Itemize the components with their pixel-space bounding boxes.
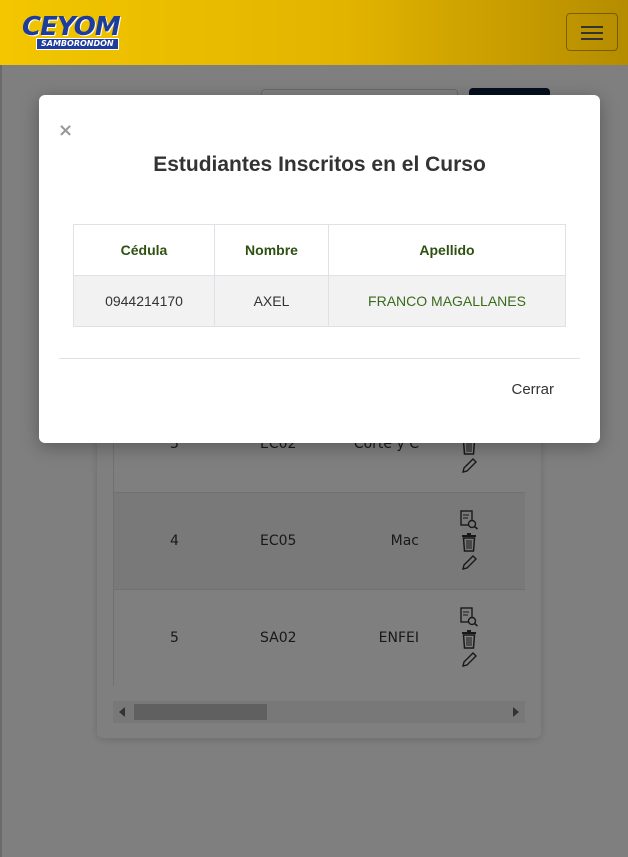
column-header-cedula: Cédula (73, 224, 215, 276)
logo-text: CEYOM (22, 12, 121, 42)
table-row: 0944214170 AXEL FRANCO MAGALLANES (73, 275, 566, 327)
cell-nombre: AXEL (214, 275, 329, 327)
ceyom-logo[interactable]: CEYOM SAMBORONDÓN (22, 14, 124, 50)
students-table: Cédula Nombre Apellido 0944214170 AXEL F… (73, 224, 566, 327)
modal-footer-divider (59, 358, 580, 359)
navbar: CEYOM SAMBORONDÓN (0, 0, 628, 65)
close-icon[interactable]: × (58, 121, 73, 141)
hamburger-icon (581, 32, 603, 34)
modal-title: Estudiantes Inscritos en el Curso (153, 153, 486, 176)
column-header-apellido: Apellido (328, 224, 566, 276)
left-edge (0, 65, 2, 857)
close-button[interactable]: Cerrar (511, 381, 554, 398)
menu-toggle-button[interactable] (566, 13, 618, 51)
hamburger-icon (581, 26, 603, 28)
hamburger-icon (581, 38, 603, 40)
column-header-nombre: Nombre (214, 224, 329, 276)
logo-subtext: SAMBORONDÓN (36, 38, 119, 50)
cell-cedula: 0944214170 (73, 275, 215, 327)
cell-apellido: FRANCO MAGALLANES (328, 275, 566, 327)
table-header-row: Cédula Nombre Apellido (73, 224, 566, 276)
enrolled-students-modal: × Estudiantes Inscritos en el Curso Cédu… (39, 95, 600, 443)
